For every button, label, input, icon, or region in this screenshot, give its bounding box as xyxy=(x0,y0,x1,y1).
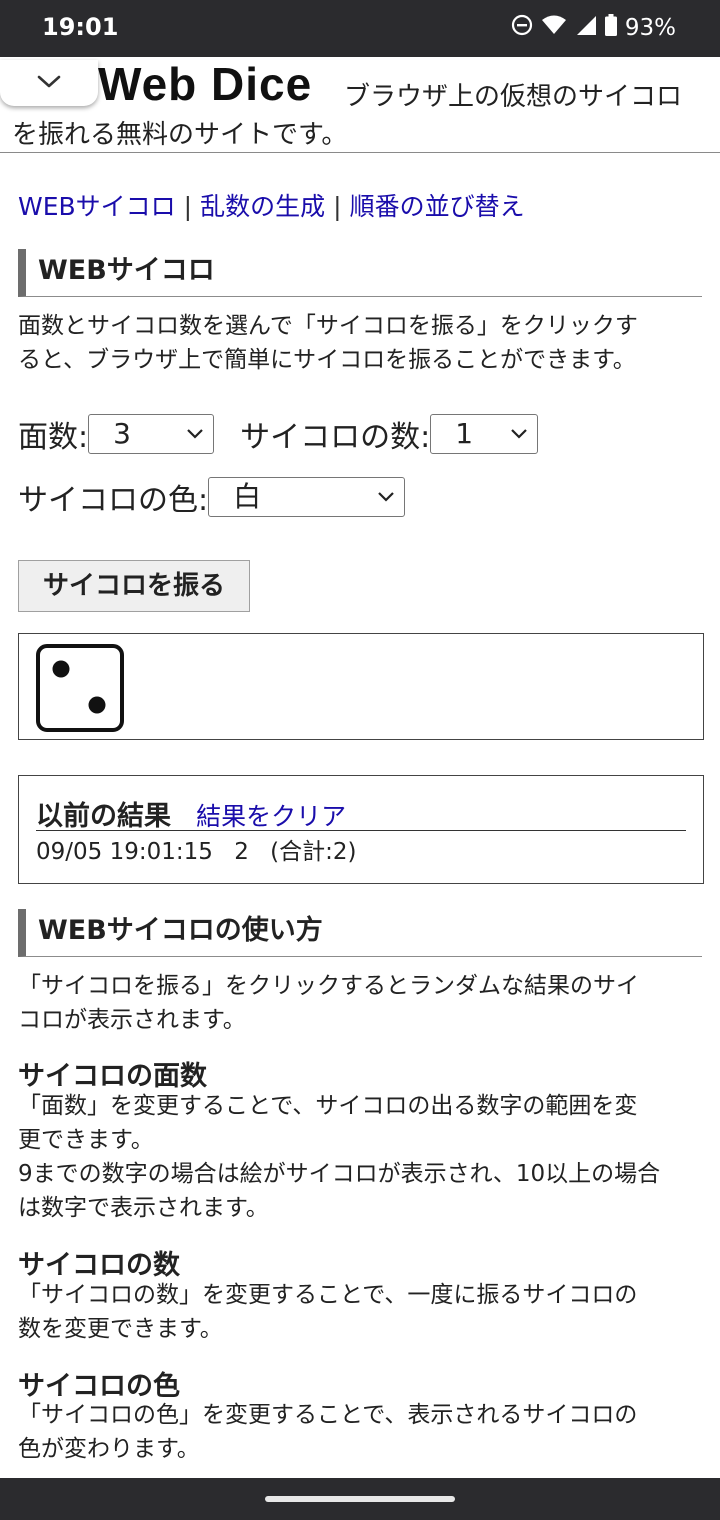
description-line: 面数とサイコロ数を選んで「サイコロを振る」をクリックす xyxy=(18,313,638,339)
status-time: 19:01 xyxy=(42,13,119,41)
chevron-down-icon xyxy=(378,492,394,502)
previous-results-box: 以前の結果 結果をクリア 09/05 19:01:15 2 (合計:2) xyxy=(18,775,704,884)
die-pip xyxy=(52,660,70,678)
previous-results-header: 以前の結果 結果をクリア xyxy=(36,794,686,832)
color-description-line: 「サイコロの色」を変更することで、表示されるサイコロの xyxy=(18,1402,638,1428)
dice-color-select[interactable]: 白 xyxy=(208,477,406,517)
nav-separator: | xyxy=(183,192,193,221)
nav-separator: | xyxy=(333,192,342,221)
faces-label: 面数: xyxy=(18,420,89,455)
dice-count-select[interactable]: 1 xyxy=(430,414,539,454)
roll-dice-button[interactable]: サイコロを振る xyxy=(18,560,250,612)
section-heading-howto: WEBサイコロの使い方 xyxy=(18,909,702,957)
dice-count-label: サイコロの数: xyxy=(240,420,431,455)
section-heading-web-dice: WEBサイコロ xyxy=(18,249,702,297)
faces-description-line: 9までの数字の場合は絵がサイコロが表示され、10以上の場合 xyxy=(18,1161,661,1187)
howto-intro-line: コロが表示されます。 xyxy=(18,1007,246,1033)
nav-link-shuffle-order[interactable]: 順番の並び替え xyxy=(350,192,525,221)
chevron-down-icon xyxy=(187,429,203,439)
die-face-icon xyxy=(36,644,124,732)
chevron-down-icon xyxy=(37,75,61,88)
previous-results-title: 以前の結果 xyxy=(36,801,171,832)
faces-description-line: 更できます。 xyxy=(18,1127,154,1153)
do-not-disturb-icon xyxy=(511,14,533,42)
faces-description-line: 「面数」を変更することで、サイコロの出る数字の範囲を変 xyxy=(18,1093,638,1119)
dice-result-box xyxy=(18,633,704,740)
howto-intro-line: 「サイコロを振る」をクリックするとランダムな結果のサイ xyxy=(18,973,639,999)
result-datetime: 09/05 19:01:15 xyxy=(36,839,213,865)
collapse-header-button[interactable] xyxy=(0,60,98,106)
battery-icon xyxy=(604,14,617,42)
faces-select[interactable]: 3 xyxy=(88,414,215,454)
section-description: 面数とサイコロ数を選んで「サイコロを振る」をクリックす ると、ブラウザ上で簡単に… xyxy=(18,309,704,377)
howto-intro: 「サイコロを振る」をクリックするとランダムな結果のサイ コロが表示されます。 xyxy=(18,969,704,1037)
site-logo[interactable]: Web Dice xyxy=(98,57,312,111)
color-description-line: 色が変わります。 xyxy=(18,1436,200,1462)
dice-count-select-value: 1 xyxy=(455,417,474,450)
dice-color-row: サイコロの色: 白 xyxy=(18,475,406,519)
count-description: 「サイコロの数」を変更することで、一度に振るサイコロの 数を変更できます。 xyxy=(18,1278,704,1346)
dice-color-select-value: 白 xyxy=(233,480,262,513)
nav-link-random-number[interactable]: 乱数の生成 xyxy=(200,192,325,221)
chevron-down-icon xyxy=(511,429,527,439)
faces-description: 「面数」を変更することで、サイコロの出る数字の範囲を変 更できます。 9までの数… xyxy=(18,1089,704,1225)
clear-results-link[interactable]: 結果をクリア xyxy=(196,802,346,831)
faces-description-line: は数字で表示されます。 xyxy=(18,1195,269,1221)
site-tagline-line2: を振れる無料のサイトです。 xyxy=(12,120,348,150)
die-pip xyxy=(88,696,106,714)
battery-percent: 93% xyxy=(624,15,676,41)
faces-subheading: サイコロの面数 xyxy=(18,1061,207,1092)
color-description: 「サイコロの色」を変更することで、表示されるサイコロの 色が変わります。 xyxy=(18,1398,704,1466)
top-nav: WEBサイコロ | 乱数の生成 | 順番の並び替え xyxy=(18,187,525,223)
count-description-line: 「サイコロの数」を変更することで、一度に振るサイコロの xyxy=(18,1282,638,1308)
status-icons: 93% xyxy=(511,14,676,42)
system-nav-bar xyxy=(0,1478,720,1520)
result-value: 2 xyxy=(234,839,249,865)
description-line: ると、ブラウザ上で簡単にサイコロを振ることができます。 xyxy=(18,347,636,373)
site-tagline-line1: ブラウザ上の仮想のサイコロ xyxy=(344,82,683,112)
signal-icon xyxy=(575,14,597,42)
dice-color-label: サイコロの色: xyxy=(18,483,209,518)
count-subheading: サイコロの数 xyxy=(18,1250,180,1281)
result-total: (合計:2) xyxy=(270,839,357,865)
dice-options-row: 面数: 3 サイコロの数: 1 xyxy=(18,412,539,456)
nav-link-web-dice[interactable]: WEBサイコロ xyxy=(18,192,176,221)
home-gesture-handle[interactable] xyxy=(265,1496,455,1502)
count-description-line: 数を変更できます。 xyxy=(18,1316,223,1342)
site-header: Web Dice ブラウザ上の仮想のサイコロ を振れる無料のサイトです。 xyxy=(0,57,720,153)
faces-select-value: 3 xyxy=(113,417,131,450)
result-entry: 09/05 19:01:15 2 (合計:2) xyxy=(36,832,371,866)
status-bar: 19:01 93% xyxy=(0,0,720,57)
wifi-icon xyxy=(541,14,567,42)
